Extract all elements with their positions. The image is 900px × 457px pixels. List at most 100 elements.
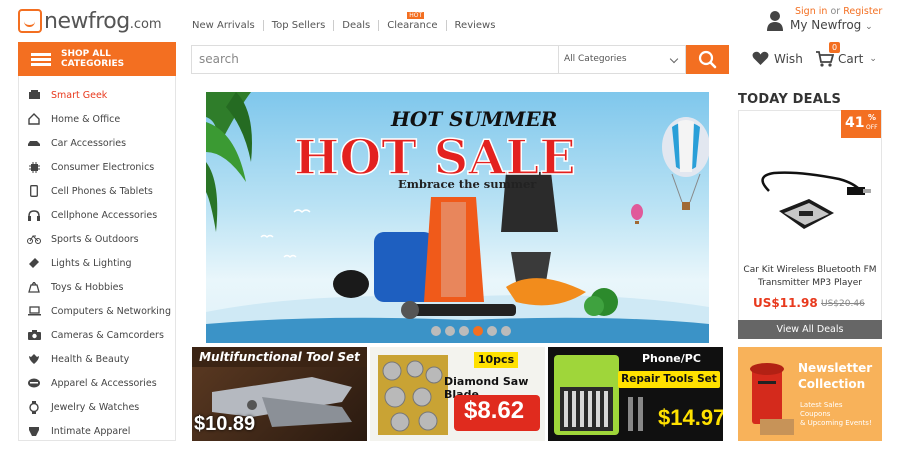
register-link[interactable]: Register: [843, 6, 882, 17]
sidebar-item-consumer-electronics[interactable]: Consumer Electronics: [27, 156, 154, 178]
hero-banner[interactable]: HOT SUMMER HOT SALE Embrace the summer: [206, 92, 709, 343]
hot-air-balloon-icon: [662, 117, 709, 210]
banner-price-text: $8.62: [464, 397, 525, 424]
discount-off: OFF: [866, 124, 878, 131]
sidebar-item-jewelry[interactable]: Jewelry & Watches: [27, 396, 139, 418]
banner-tag: Phone/PC: [642, 352, 701, 365]
deal-product-name[interactable]: Car Kit Wireless Bluetooth FM Transmitte…: [738, 264, 882, 290]
sidebar-item-smart-geek[interactable]: Smart Geek: [27, 84, 107, 106]
sidebar-item-label: Apparel & Accessories: [51, 377, 157, 389]
hero-line3: Embrace the summer: [398, 177, 537, 191]
search-icon: [698, 50, 717, 69]
or-text: or: [830, 6, 841, 17]
flashlight-icon: [27, 256, 41, 270]
slide-dot[interactable]: [487, 326, 497, 336]
slide-dot[interactable]: [501, 326, 511, 336]
flashlight-image: [406, 304, 516, 316]
sidebar-item-label: Car Accessories: [51, 137, 127, 149]
sidebar-item-health-beauty[interactable]: Health & Beauty: [27, 348, 129, 370]
smart-geek-icon: [27, 88, 41, 102]
sidebar-item-label: Cell Phones & Tablets: [51, 185, 153, 197]
sidebar-item-apparel[interactable]: Apparel & Accessories: [27, 372, 157, 394]
newsletter-sub3: & Upcoming Events!: [800, 419, 872, 427]
nav-deals[interactable]: Deals: [333, 20, 378, 31]
sidebar-item-cellphone-accessories[interactable]: Cellphone Accessories: [27, 204, 157, 226]
logo-tld: .com: [129, 16, 162, 32]
sidebar-item-label: Home & Office: [51, 113, 121, 125]
sidebar-item-intimate[interactable]: Intimate Apparel: [27, 420, 130, 442]
my-account-menu[interactable]: My Newfrog ⌄: [790, 18, 873, 32]
sidebar-item-sports-outdoors[interactable]: Sports & Outdoors: [27, 228, 139, 250]
slider-dots: [431, 326, 511, 336]
wish-label: Wish: [774, 51, 803, 66]
sidebar-item-toys[interactable]: Toys & Hobbies: [27, 276, 123, 298]
promo-banner-tool-set[interactable]: Multifunctional Tool Set $10.89: [192, 347, 367, 441]
seagulls-icon: [260, 209, 311, 258]
palm-leaves-icon: [206, 92, 252, 232]
slide-dot[interactable]: [445, 326, 455, 336]
banner-tag: 10pcs: [474, 352, 518, 368]
slide-dot-active[interactable]: [473, 326, 483, 336]
deal-price: US$11.98: [753, 296, 818, 310]
nav-new-arrivals[interactable]: New Arrivals: [192, 20, 263, 31]
cart-count-badge: 0: [829, 42, 840, 53]
slide-dot[interactable]: [431, 326, 441, 336]
nav-reviews[interactable]: Reviews: [445, 20, 504, 31]
sidebar-item-label: Computers & Networking: [51, 305, 171, 317]
sign-in-link[interactable]: Sign in: [795, 6, 827, 17]
slide-dot[interactable]: [459, 326, 469, 336]
logo-mark-icon: [18, 9, 42, 33]
camera-icon: [27, 328, 41, 342]
menu-icon: [31, 51, 51, 68]
sidebar-item-car-accessories[interactable]: Car Accessories: [27, 132, 126, 154]
sidebar-item-label: Toys & Hobbies: [51, 281, 124, 293]
nav-clearance-label: Clearance: [387, 20, 438, 31]
discount-value: 41: [845, 115, 865, 131]
banner-price: $14.97: [658, 405, 723, 430]
category-select[interactable]: All Categories: [558, 45, 686, 74]
apparel-icon: [27, 376, 41, 390]
chevron-down-icon: ⌄: [869, 54, 877, 64]
view-all-deals-button[interactable]: View All Deals: [738, 320, 882, 339]
sidebar-item-label: Jewelry & Watches: [51, 401, 140, 413]
phone-icon: [27, 184, 41, 198]
sidebar-item-home-office[interactable]: Home & Office: [27, 108, 120, 130]
wish-button[interactable]: Wish: [752, 51, 803, 66]
headphones-icon: [27, 208, 41, 222]
chevron-down-icon: ⌄: [865, 22, 873, 32]
hero-illustration: HOT SUMMER HOT SALE Embrace the summer: [206, 92, 709, 343]
home-icon: [27, 112, 41, 126]
deal-old-price: US$20.46: [821, 299, 865, 309]
sidebar-item-lights[interactable]: Lights & Lighting: [27, 252, 132, 274]
today-deals-title: TODAY DEALS: [738, 92, 842, 107]
intimate-icon: [27, 424, 41, 438]
my-account-label: My Newfrog: [790, 18, 862, 32]
promo-banner-repair-tools[interactable]: Phone/PC Repair Tools Set $14.97: [548, 347, 723, 441]
shop-all-line1: SHOP ALL: [61, 49, 111, 59]
nav-clearance[interactable]: Clearance HOT: [378, 12, 445, 31]
sidebar-item-label: Sports & Outdoors: [51, 233, 139, 245]
sidebar-item-label: Health & Beauty: [51, 353, 130, 365]
sidebar-item-label: Smart Geek: [51, 89, 108, 101]
smart-band-image: [333, 270, 369, 298]
cart-icon: [816, 51, 834, 67]
search-button[interactable]: [686, 45, 729, 74]
sidebar-item-cameras[interactable]: Cameras & Camcorders: [27, 324, 164, 346]
shop-all-categories-button[interactable]: SHOP ALL CATEGORIES: [18, 42, 176, 76]
newsletter-title-line2: Collection: [798, 377, 866, 391]
promo-banner-saw-blade[interactable]: 10pcs Diamond Saw Blade $8.62: [370, 347, 545, 441]
search-input[interactable]: search: [191, 45, 558, 74]
cart-button[interactable]: Cart ⌄: [816, 51, 877, 67]
toy-icon: [27, 280, 41, 294]
newsletter-banner[interactable]: Newsletter Collection Latest Sales Coupo…: [738, 347, 882, 441]
nav-top-sellers[interactable]: Top Sellers: [262, 20, 334, 31]
discount-badge: 41 % OFF: [841, 110, 881, 138]
sidebar-item-cell-phones[interactable]: Cell Phones & Tablets: [27, 180, 153, 202]
discount-unit: %: [868, 113, 877, 122]
chip-icon: [27, 160, 41, 174]
hot-badge: HOT: [407, 12, 425, 19]
sidebar-item-computers[interactable]: Computers & Networking: [27, 300, 171, 322]
newfrog-logo[interactable]: newfrog .com: [18, 8, 162, 34]
category-sidebar: Smart Geek Home & Office Car Accessories…: [18, 76, 176, 441]
beauty-icon: [27, 352, 41, 366]
